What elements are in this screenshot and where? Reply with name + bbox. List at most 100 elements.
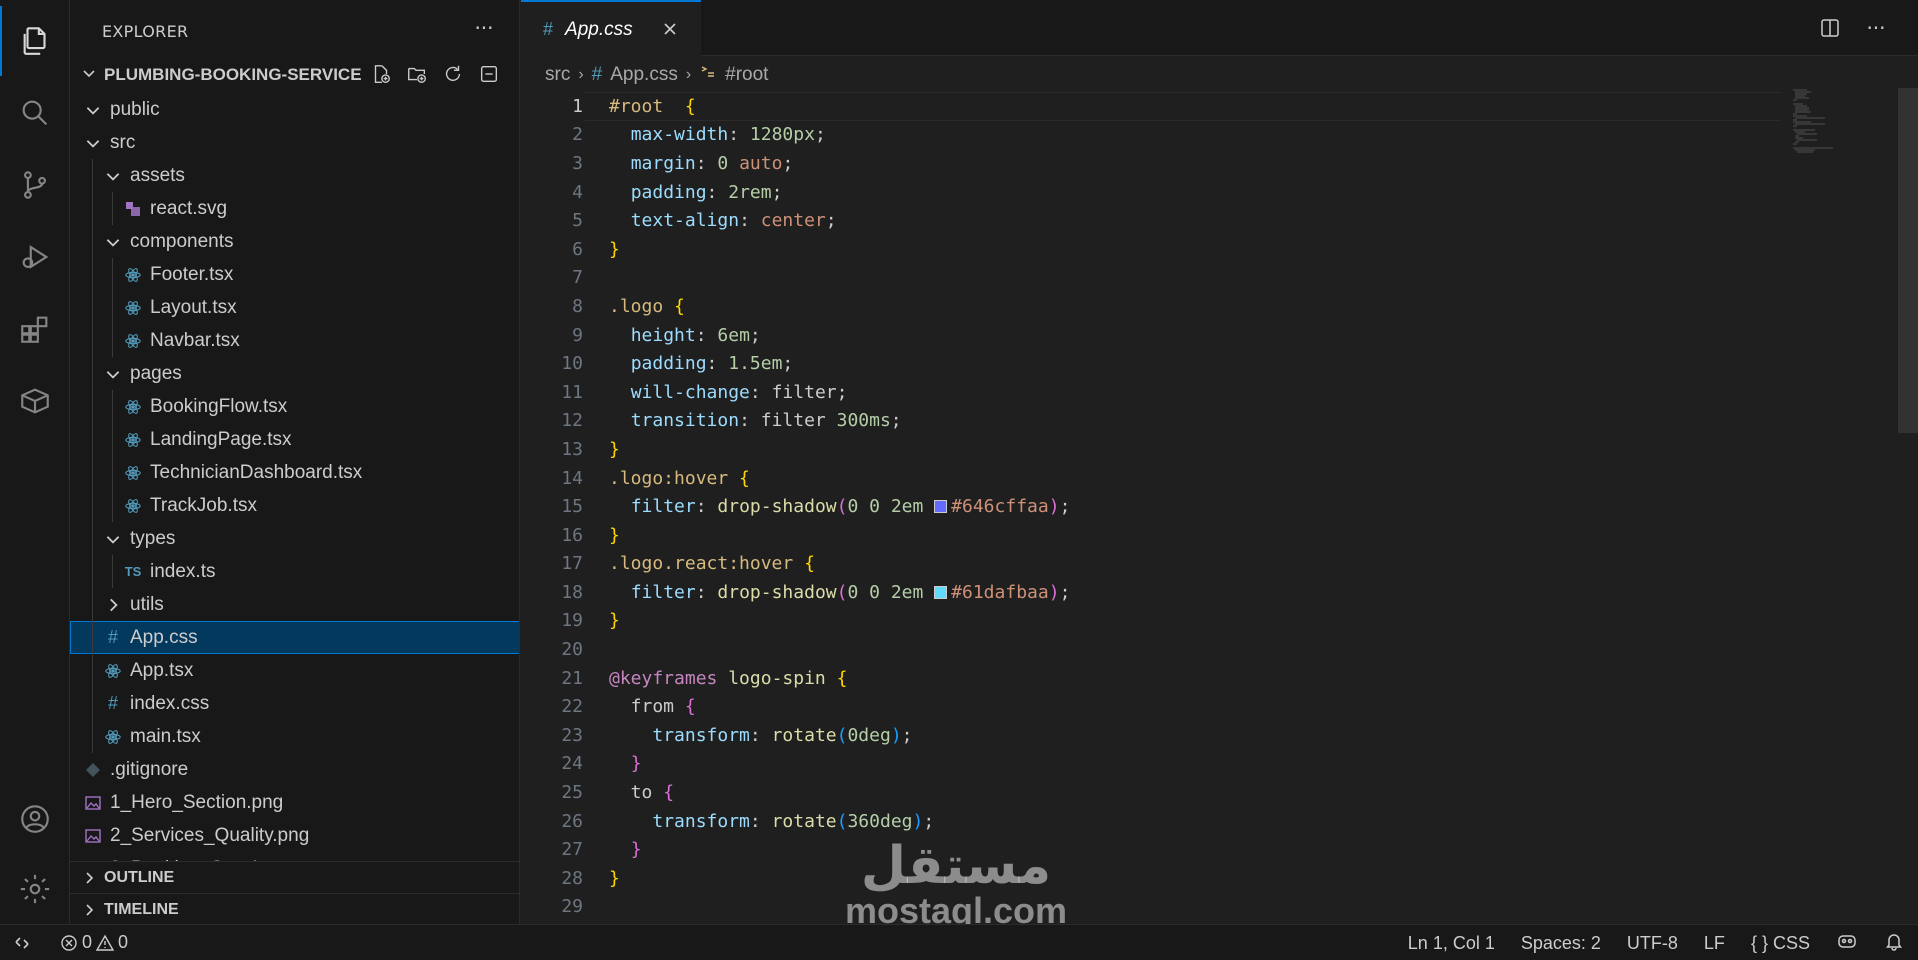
tree-folder[interactable]: assets	[70, 159, 519, 192]
code-token: {	[663, 295, 685, 317]
tree-file[interactable]: LandingPage.tsx	[70, 423, 519, 456]
code-token: 300ms	[836, 410, 891, 432]
outline-section[interactable]: OUTLINE	[70, 861, 519, 894]
code-line[interactable]: 24 }	[521, 750, 1781, 779]
tree-file[interactable]: BookingFlow.tsx	[70, 390, 519, 423]
settings-gear-icon[interactable]	[0, 854, 70, 924]
file-tree: public src assets react.svg components Footer…	[70, 93, 519, 862]
code-line[interactable]: 25 to {	[521, 778, 1781, 807]
minimap[interactable]	[1791, 88, 1911, 208]
breadcrumb-file[interactable]: App.css	[610, 64, 678, 86]
account-icon[interactable]	[0, 784, 70, 854]
tree-folder[interactable]: pages	[70, 357, 519, 390]
code-text: text-align: center;	[583, 210, 837, 231]
tree-file[interactable]: # App.css	[70, 621, 519, 654]
code-token: from	[609, 696, 685, 718]
code-line[interactable]: 22 from {	[521, 692, 1781, 721]
problems-indicator[interactable]: 0 0	[60, 932, 128, 953]
remote-explorer-icon[interactable]	[0, 366, 70, 436]
code-line[interactable]: 8 .logo {	[521, 292, 1781, 321]
code-line[interactable]: 18 filter: drop-shadow(0 0 2em #61dafbaa…	[521, 578, 1781, 607]
tree-file[interactable]: App.tsx	[70, 654, 519, 687]
tree-folder[interactable]: types	[70, 522, 519, 555]
tree-file[interactable]: Footer.tsx	[70, 258, 519, 291]
code-line[interactable]: 23 transform: rotate(0deg);	[521, 721, 1781, 750]
encoding[interactable]: UTF-8	[1627, 933, 1678, 954]
code-line[interactable]: 27 }	[521, 835, 1781, 864]
explorer-icon[interactable]	[0, 6, 70, 76]
tree-file[interactable]: 1_Hero_Section.png	[70, 786, 519, 819]
breadcrumb-src[interactable]: src	[545, 64, 570, 86]
code-line[interactable]: 5 text-align: center;	[521, 206, 1781, 235]
code-line[interactable]: 19}	[521, 607, 1781, 636]
code-text: padding: 2rem;	[583, 182, 783, 203]
code-editor[interactable]: 1 #root {2 max-width: 1280px; 3 margin: 0 …	[521, 92, 1781, 924]
code-line[interactable]: 9 height: 6em;	[521, 321, 1781, 350]
indent-guide	[112, 456, 113, 489]
timeline-section[interactable]: TIMELINE	[70, 893, 519, 924]
code-line[interactable]: 16}	[521, 521, 1781, 550]
tree-folder[interactable]: src	[70, 126, 519, 159]
code-line[interactable]: 4 padding: 2rem;	[521, 178, 1781, 207]
code-line[interactable]: 21 @keyframes logo-spin {	[521, 664, 1781, 693]
tree-folder[interactable]: components	[70, 225, 519, 258]
code-line[interactable]: 2 max-width: 1280px;	[521, 121, 1781, 150]
tree-file[interactable]: TechnicianDashboard.tsx	[70, 456, 519, 489]
code-line[interactable]: 20	[521, 635, 1781, 664]
extensions-icon[interactable]	[0, 294, 70, 364]
tree-file[interactable]: react.svg	[70, 192, 519, 225]
color-swatch[interactable]	[934, 585, 948, 599]
search-icon[interactable]	[0, 78, 70, 148]
code-line[interactable]: 11 will-change: filter;	[521, 378, 1781, 407]
more-actions-icon[interactable]: ···	[1864, 16, 1888, 40]
react-file-icon	[122, 429, 144, 451]
tab-app-css[interactable]: # App.css	[521, 0, 701, 57]
more-actions-icon[interactable]: ···	[471, 18, 497, 44]
breadcrumb-symbol[interactable]: #root	[725, 64, 768, 86]
tree-file[interactable]: Layout.tsx	[70, 291, 519, 324]
source-control-icon[interactable]	[0, 150, 70, 220]
tree-folder[interactable]: public	[70, 93, 519, 126]
refresh-icon[interactable]	[441, 62, 465, 86]
code-line[interactable]: 15 filter: drop-shadow(0 0 2em #646cffaa…	[521, 492, 1781, 521]
tree-file[interactable]: .gitignore	[70, 753, 519, 786]
remote-indicator-icon[interactable]	[0, 925, 44, 960]
color-swatch[interactable]	[934, 500, 948, 514]
end-of-line[interactable]: LF	[1704, 933, 1725, 954]
code-line[interactable]: 14 .logo:hover {	[521, 464, 1781, 493]
code-line[interactable]: 1 #root {	[521, 92, 1781, 121]
tree-file[interactable]: Navbar.tsx	[70, 324, 519, 357]
tree-file[interactable]: 3_Booking_Step1...	[70, 852, 519, 862]
language-mode[interactable]: { } CSS	[1751, 933, 1810, 954]
cursor-position[interactable]: Ln 1, Col 1	[1408, 933, 1495, 954]
collapse-all-icon[interactable]	[477, 62, 501, 86]
tree-file[interactable]: 2_Services_Quality.png	[70, 819, 519, 852]
split-editor-icon[interactable]	[1818, 16, 1842, 40]
code-line[interactable]: 28}	[521, 864, 1781, 893]
tree-file[interactable]: TS index.ts	[70, 555, 519, 588]
code-line[interactable]: 7	[521, 264, 1781, 293]
tree-file[interactable]: main.tsx	[70, 720, 519, 753]
code-line[interactable]: 10 padding: 1.5em;	[521, 349, 1781, 378]
code-line[interactable]: 29	[521, 893, 1781, 922]
code-line[interactable]: 13}	[521, 435, 1781, 464]
code-token: ;	[890, 410, 902, 432]
indent-guide	[92, 555, 93, 588]
code-line[interactable]: 6}	[521, 235, 1781, 264]
vertical-scrollbar[interactable]	[1898, 88, 1918, 433]
tree-file[interactable]: # index.css	[70, 687, 519, 720]
indentation[interactable]: Spaces: 2	[1521, 933, 1601, 954]
code-line[interactable]: 26 transform: rotate(360deg);	[521, 807, 1781, 836]
close-icon[interactable]	[659, 18, 681, 40]
new-folder-icon[interactable]	[405, 62, 429, 86]
new-file-icon[interactable]	[369, 62, 393, 86]
copilot-icon[interactable]	[1836, 930, 1858, 957]
tree-folder[interactable]: utils	[70, 588, 519, 621]
tree-file[interactable]: TrackJob.tsx	[70, 489, 519, 522]
notifications-bell-icon[interactable]	[1884, 931, 1904, 956]
code-line[interactable]: 12 transition: filter 300ms;	[521, 407, 1781, 436]
code-text: padding: 1.5em;	[583, 353, 794, 374]
code-line[interactable]: 17 .logo.react:hover {	[521, 550, 1781, 579]
code-line[interactable]: 3 margin: 0 auto;	[521, 149, 1781, 178]
run-debug-icon[interactable]	[0, 222, 70, 292]
